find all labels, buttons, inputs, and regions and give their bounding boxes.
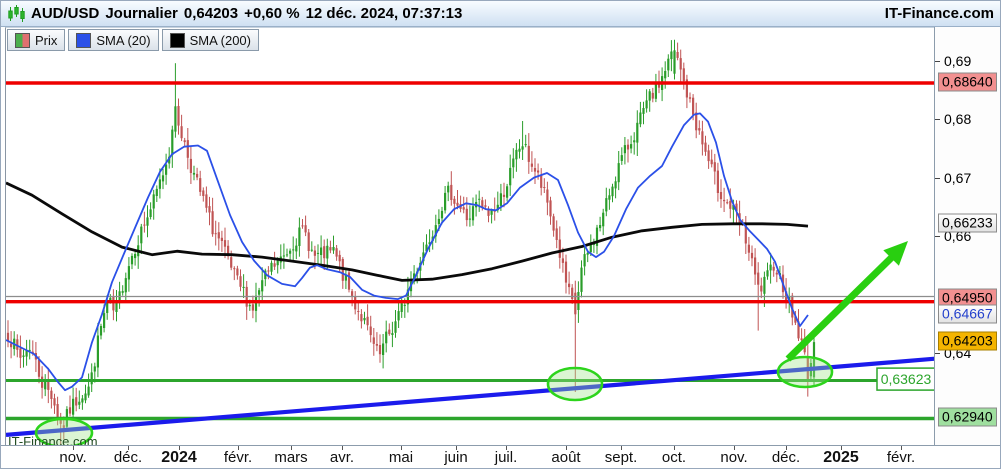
time-tick-label: nov. — [720, 449, 747, 466]
price-tick-label: 0,69 — [944, 53, 971, 69]
timeframe-label: Journalier — [105, 5, 178, 22]
time-axis[interactable]: nov. déc. 2024 févr. mars avr. mai juin juil. aoû… — [1, 445, 1000, 468]
price-tick — [935, 353, 940, 354]
candlestick-icon — [7, 4, 27, 24]
time-tick-label: sept. — [605, 449, 638, 466]
time-tick-label: 2025 — [823, 449, 859, 467]
chart-canvas[interactable]: 0,63623IT-Finance.com — [5, 27, 935, 449]
legend: Prix SMA (20) SMA (200) — [7, 29, 259, 51]
bullish-arrow — [788, 257, 892, 359]
highlight-ellipse — [778, 357, 832, 387]
price-level-badge: 0,64667 — [938, 305, 997, 324]
legend-item-label: SMA (20) — [96, 33, 150, 48]
time-tick-label: déc. — [114, 449, 142, 466]
quote-timestamp: 12 déc. 2024, 07:37:13 — [306, 5, 463, 22]
legend-item-sma-200[interactable]: SMA (200) — [162, 29, 259, 51]
time-tick-label: déc. — [772, 449, 800, 466]
change-percent: +0,60 % — [244, 5, 299, 22]
price-level-badge: 0,66233 — [938, 213, 997, 232]
price-tick — [935, 61, 940, 62]
price-tick-label: 0,67 — [944, 170, 971, 186]
title-bar: AUD/USD Journalier 0,64203 +0,60 % 12 dé… — [1, 1, 1000, 27]
legend-item-label: Prix — [35, 33, 57, 48]
price-level-badge: 0,62940 — [938, 407, 997, 426]
price-tick-label: 0,68 — [944, 111, 971, 127]
price-tick — [935, 119, 940, 120]
chart-area: 0,63623IT-Finance.com Prix SMA (20) SMA (2… — [1, 27, 1000, 448]
time-tick-label: 2024 — [161, 449, 197, 467]
chart-window: AUD/USD Journalier 0,64203 +0,60 % 12 dé… — [0, 0, 1001, 469]
time-tick-label: août — [551, 449, 580, 466]
time-tick-label: avr. — [330, 449, 354, 466]
time-tick-label: juin — [444, 449, 467, 466]
line-swatch-icon — [170, 33, 185, 48]
price-tick — [935, 236, 940, 237]
legend-item-sma-20[interactable]: SMA (20) — [68, 29, 158, 51]
trendline-value-label: 0,63623 — [881, 371, 932, 387]
highlight-ellipse — [548, 368, 602, 400]
brand-logo: IT-Finance.com — [885, 5, 994, 22]
sma-20-line — [6, 113, 808, 390]
line-swatch-icon — [76, 33, 91, 48]
time-tick-label: juil. — [495, 449, 518, 466]
time-tick-label: oct. — [662, 449, 686, 466]
time-tick-label: mai — [389, 449, 413, 466]
time-tick-label: mars — [274, 449, 307, 466]
sma-200-line — [6, 183, 808, 281]
time-tick-label: févr. — [887, 449, 915, 466]
price-tick — [935, 178, 940, 179]
last-price: 0,64203 — [184, 5, 238, 22]
price-level-badge: 0,68640 — [938, 73, 997, 92]
time-tick-label: févr. — [224, 449, 252, 466]
price-swatch-icon — [15, 33, 30, 48]
legend-item-label: SMA (200) — [190, 33, 251, 48]
price-axis[interactable]: 0,690,680,670,660,640,686400,662330,6495… — [934, 27, 1001, 448]
legend-item-prix[interactable]: Prix — [7, 29, 65, 51]
time-tick-label: nov. — [59, 449, 86, 466]
price-level-badge: 0,64203 — [938, 332, 997, 351]
instrument-name: AUD/USD — [31, 5, 99, 22]
